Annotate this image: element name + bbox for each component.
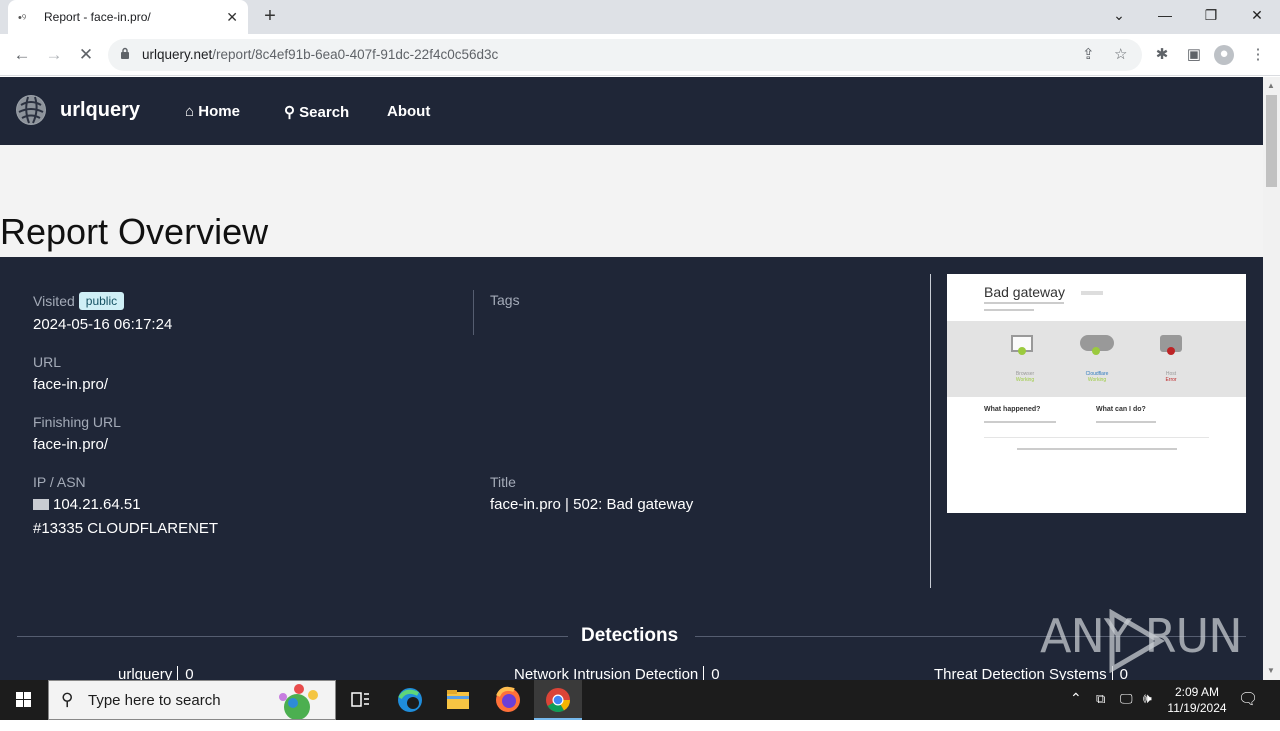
address-url[interactable]: urlquery.net/report/8c4ef91b-6ea0-407f-9…: [142, 47, 498, 62]
scrollbar-thumb[interactable]: [1266, 95, 1277, 187]
stop-loading-icon[interactable]: ✕: [74, 43, 98, 67]
menu-icon[interactable]: ⋮: [1248, 45, 1268, 65]
page-viewport: urlquery ⌂ Home ⚲ Search About Report Ov…: [0, 77, 1263, 680]
screenshot-text-line: [984, 302, 1064, 304]
globe-logo-icon: [16, 95, 46, 125]
scroll-up-icon[interactable]: ▲: [1267, 81, 1275, 90]
profile-avatar[interactable]: ●: [1214, 45, 1234, 65]
firefox-icon[interactable]: [484, 680, 532, 720]
meet-now-icon[interactable]: ⧉: [1096, 691, 1105, 731]
flag-icon: [33, 499, 49, 510]
title-value: face-in.pro | 502: Bad gateway: [490, 496, 694, 513]
clock[interactable]: 2:09 AM 11/19/2024: [1166, 684, 1228, 724]
extensions-icon[interactable]: ✱: [1152, 45, 1172, 65]
site-navbar: urlquery ⌂ Home ⚲ Search About: [0, 77, 1263, 145]
divider: [473, 290, 474, 335]
anyrun-watermark: ANY RUN: [1040, 609, 1243, 673]
screenshot-text-line: [984, 309, 1034, 311]
detections-heading: Detections: [581, 625, 679, 646]
screenshot-footer-line: [1017, 448, 1177, 450]
check-icon: [1092, 347, 1100, 355]
screenshot-badge: [1081, 291, 1103, 295]
divider: [930, 274, 931, 588]
file-explorer-icon[interactable]: [434, 680, 482, 720]
share-icon[interactable]: ⇪: [1082, 45, 1095, 63]
tab-favicon-icon: •ꝰ: [18, 11, 27, 24]
status-cloudflare: Cloudflare Working: [1085, 371, 1109, 383]
brand[interactable]: urlquery: [16, 95, 140, 125]
status-host: Host Error: [1165, 371, 1177, 383]
finishing-url-label: Finishing URL: [33, 414, 121, 430]
error-icon: [1167, 347, 1175, 355]
bookmark-star-icon[interactable]: ☆: [1114, 45, 1127, 63]
new-tab-button[interactable]: +: [258, 4, 282, 28]
screenshot-divider: [984, 437, 1209, 438]
browser-tab[interactable]: •ꝰ Report - face-in.pro/ ✕: [8, 0, 248, 34]
browser-toolbar: ← → ✕ urlquery.net/report/8c4ef91b-6ea0-…: [0, 34, 1280, 76]
windows-taskbar: ⚲ Type here to search ⌃ ⧉ 🖵 🕪 2:09 AM 11…: [0, 680, 1280, 720]
network-icon[interactable]: 🖵: [1120, 691, 1133, 731]
show-hidden-icons[interactable]: ⌃: [1070, 690, 1082, 730]
address-bar[interactable]: urlquery.net/report/8c4ef91b-6ea0-407f-9…: [108, 39, 1142, 71]
brand-name: urlquery: [60, 98, 141, 121]
finishing-url-value[interactable]: face-in.pro/: [33, 436, 108, 453]
screenshot-text-line: [1096, 421, 1156, 423]
url-value[interactable]: face-in.pro/: [33, 376, 108, 393]
status-browser: Browser Working: [1015, 371, 1035, 383]
edge-icon[interactable]: [386, 680, 434, 720]
side-panel-icon[interactable]: ▣: [1184, 45, 1204, 65]
volume-icon[interactable]: 🕪: [1143, 690, 1152, 730]
url-label: URL: [33, 354, 62, 370]
notification-icon[interactable]: 🗨: [1238, 689, 1258, 729]
clock-date: 11/19/2024: [1167, 701, 1227, 715]
restore-button[interactable]: ❐: [1188, 0, 1234, 30]
nav-home-link[interactable]: ⌂ Home: [185, 103, 240, 120]
tab-search-icon[interactable]: ⌄: [1096, 0, 1142, 30]
start-button[interactable]: [0, 680, 48, 720]
clock-time: 2:09 AM: [1174, 685, 1220, 699]
visibility-badge: public: [78, 292, 125, 310]
screenshot-text-line: [984, 421, 1056, 423]
screenshot-status-band: Browser Working Cloudflare Working Host Err…: [947, 321, 1246, 397]
windows-logo-icon: [16, 692, 31, 707]
divider: [17, 636, 568, 637]
taskbar-search-box[interactable]: ⚲ Type here to search: [48, 680, 336, 720]
play-logo-icon: [1109, 609, 1165, 673]
task-view-icon[interactable]: [336, 680, 384, 720]
check-icon: [1018, 347, 1026, 355]
page-title: Report Overview: [0, 211, 269, 252]
search-icon: ⚲: [284, 104, 295, 121]
scroll-down-icon[interactable]: ▼: [1267, 666, 1275, 675]
ip-value[interactable]: 104.21.64.51: [33, 496, 141, 513]
lock-icon: [121, 47, 129, 59]
asn-value[interactable]: #13335 CLOUDFLARENET: [33, 520, 218, 537]
page-screenshot[interactable]: Bad gateway Browser Working Cloudflare Wor…: [947, 274, 1246, 513]
search-icon: ⚲: [61, 690, 74, 709]
screenshot-q2: What can I do?: [1096, 406, 1146, 413]
home-icon: ⌂: [185, 103, 195, 120]
taskbar-search-placeholder: Type here to search: [88, 692, 221, 709]
detection-urlquery: urlquery 0: [118, 666, 194, 680]
browser-tabbar: •ꝰ Report - face-in.pro/ ✕ + ⌄ — ❐ ✕: [0, 0, 1280, 34]
nav-about-link[interactable]: About: [387, 103, 430, 120]
detection-network-intrusion: Network Intrusion Detection 0: [514, 666, 720, 680]
tab-close-icon[interactable]: ✕: [226, 9, 238, 26]
visited-label: Visited public: [33, 292, 125, 310]
chrome-icon[interactable]: [534, 680, 582, 720]
screenshot-heading: Bad gateway: [984, 284, 1065, 300]
page-scrollbar[interactable]: ▲ ▼: [1263, 77, 1280, 680]
minimize-button[interactable]: —: [1142, 0, 1188, 30]
screenshot-q1: What happened?: [984, 406, 1041, 413]
nav-search-link[interactable]: ⚲ Search: [284, 103, 349, 121]
forward-icon[interactable]: →: [42, 43, 66, 67]
title-label: Title: [490, 474, 516, 490]
tags-label: Tags: [490, 292, 520, 308]
back-icon[interactable]: ←: [10, 43, 34, 67]
visited-value: 2024-05-16 06:17:24: [33, 316, 173, 333]
search-highlight-illustration-icon: [279, 684, 318, 719]
ip-asn-label: IP / ASN: [33, 474, 86, 490]
close-window-button[interactable]: ✕: [1234, 0, 1280, 30]
detection-threat-systems: Threat Detection Systems 0: [934, 666, 1128, 680]
tab-title: Report - face-in.pro/: [44, 10, 151, 24]
